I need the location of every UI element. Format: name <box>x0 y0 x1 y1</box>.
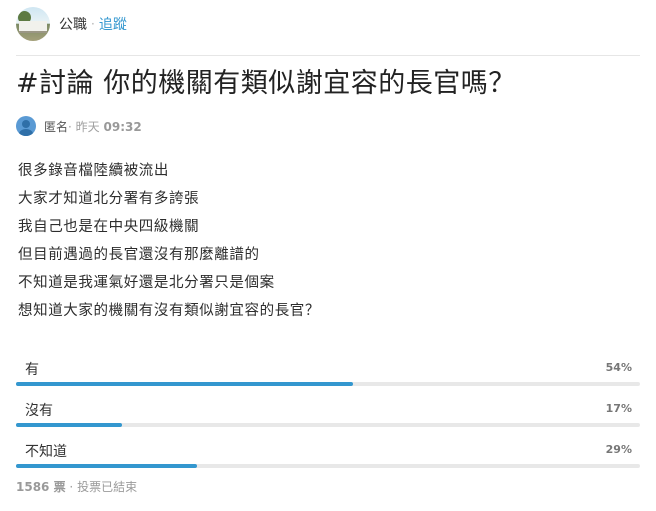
content-line: 想知道大家的機關有沒有類似謝宜容的長官？ <box>18 303 320 319</box>
post-header: 公職 · 追蹤 <box>16 7 127 41</box>
poll-bar-fill <box>16 423 123 427</box>
poll-option-no[interactable]: 沒有 17% <box>16 393 640 434</box>
content-line: 大家才知道北分署有多誇張 <box>18 191 200 207</box>
poll-option-label: 不知道 <box>25 444 67 460</box>
poll-bar-track <box>16 423 640 427</box>
poll-bar-track <box>16 382 640 386</box>
anonymous-user-icon <box>16 116 36 136</box>
vote-count: 1586 票 <box>16 480 66 494</box>
poll-option-yes[interactable]: 有 54% <box>16 352 640 393</box>
building-icon <box>19 21 47 33</box>
footer-separator: · <box>69 480 74 494</box>
meta-separator: · <box>68 119 72 134</box>
content-line: 我自己也是在中央四級機關 <box>18 219 200 235</box>
poll-option-unknown[interactable]: 不知道 29% <box>16 434 640 475</box>
post-content: 很多錄音檔陸續被流出 大家才知道北分署有多誇張 我自己也是在中央四級機關 但目前… <box>18 157 638 325</box>
divider <box>16 55 640 56</box>
post-time: 09:32 <box>103 119 142 134</box>
content-line: 但目前遇過的長官還沒有那麼離譜的 <box>18 247 260 263</box>
author-name: 匿名 <box>44 119 69 134</box>
poll: 有 54% 沒有 17% 不知道 29% <box>16 352 640 475</box>
content-line: 很多錄音檔陸續被流出 <box>18 163 169 179</box>
poll-option-percent: 54% <box>605 361 632 374</box>
poll-option-percent: 29% <box>605 443 632 456</box>
poll-bar-fill <box>16 464 197 468</box>
poll-footer: 1586 票 · 投票已結束 <box>16 478 137 495</box>
board-name[interactable]: 公職 <box>59 14 87 34</box>
post-meta: · 昨天 09:32 <box>68 118 142 135</box>
poll-status: 投票已結束 <box>77 480 138 494</box>
separator-dot: · <box>91 17 95 31</box>
board-avatar[interactable] <box>16 7 50 41</box>
author-info: 匿名 · 昨天 09:32 <box>16 115 142 137</box>
poll-bar-track <box>16 464 640 468</box>
poll-option-percent: 17% <box>605 402 632 415</box>
content-line: 不知道是我運氣好還是北分署只是個案 <box>18 275 275 291</box>
post-title: #討論 你的機關有類似謝宜容的長官嗎？ <box>16 68 516 99</box>
poll-bar-fill <box>16 382 353 386</box>
follow-button[interactable]: 追蹤 <box>99 14 127 34</box>
post-date: 昨天 <box>75 119 100 134</box>
poll-option-label: 沒有 <box>25 403 53 419</box>
poll-option-label: 有 <box>25 362 39 378</box>
